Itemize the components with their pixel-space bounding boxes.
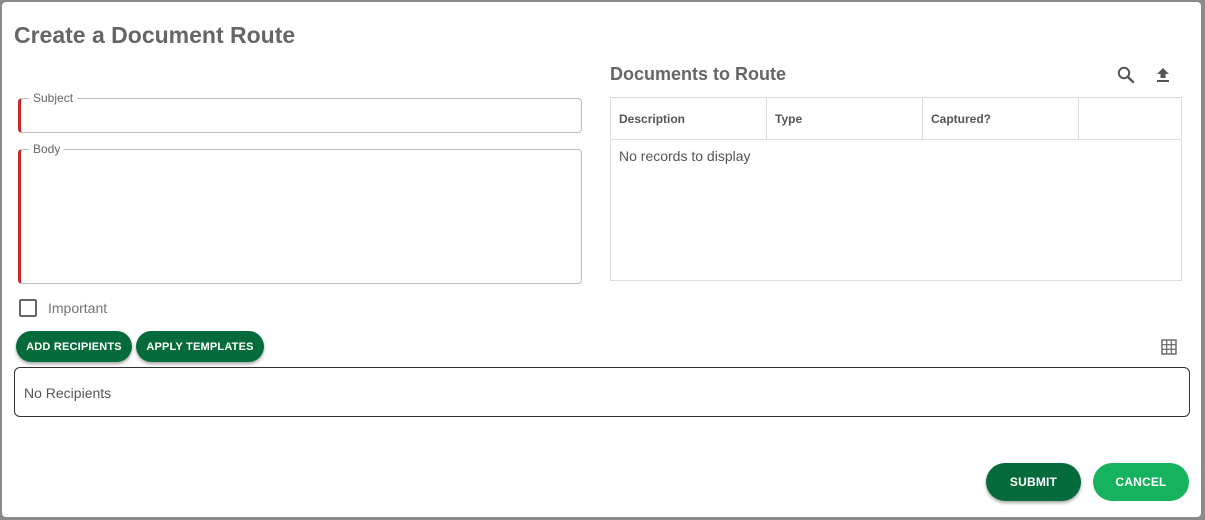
add-recipients-button[interactable]: ADD RECIPIENTS: [16, 331, 132, 362]
dialog-title: Create a Document Route: [14, 22, 296, 48]
apply-templates-button[interactable]: APPLY TEMPLATES: [136, 331, 264, 362]
subject-input[interactable]: [21, 99, 581, 132]
important-checkbox[interactable]: [19, 299, 37, 317]
recipients-empty-text: No Recipients: [24, 385, 112, 401]
body-field-container: Body: [18, 142, 582, 284]
grid-icon[interactable]: [1161, 339, 1177, 355]
documents-table: Description Type Captured? No records to…: [610, 97, 1182, 281]
documents-section-title: Documents to Route: [610, 64, 787, 84]
submit-button[interactable]: SUBMIT: [986, 463, 1081, 501]
column-header-actions: [1079, 98, 1179, 139]
body-textarea[interactable]: [21, 150, 581, 283]
column-header-type[interactable]: Type: [767, 98, 923, 139]
subject-field-container: Subject: [18, 91, 582, 133]
documents-table-header: Description Type Captured?: [611, 98, 1181, 140]
column-header-captured[interactable]: Captured?: [923, 98, 1079, 139]
important-label: Important: [48, 300, 108, 316]
cancel-button[interactable]: CANCEL: [1093, 463, 1189, 501]
create-document-route-dialog: Create a Document Route Subject Body Imp…: [2, 2, 1201, 517]
column-header-description[interactable]: Description: [611, 98, 767, 139]
documents-empty-text: No records to display: [619, 148, 751, 164]
important-checkbox-row[interactable]: Important: [19, 299, 107, 317]
upload-icon[interactable]: [1153, 65, 1173, 85]
search-icon[interactable]: [1116, 65, 1136, 85]
recipients-list: No Recipients: [14, 367, 1190, 417]
